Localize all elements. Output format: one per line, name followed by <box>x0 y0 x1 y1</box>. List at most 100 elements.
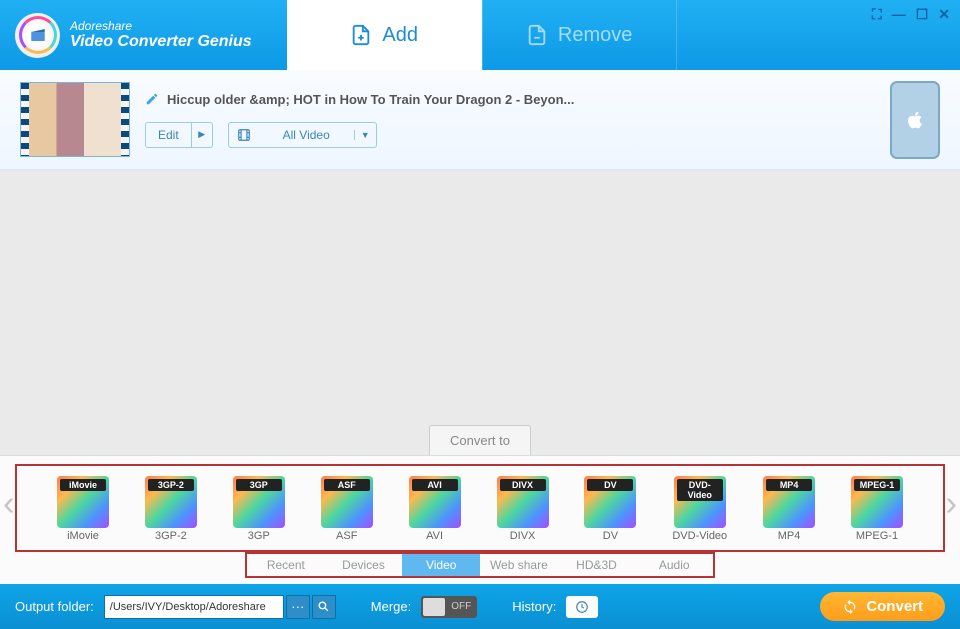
convert-to-section: Convert to <box>0 425 960 455</box>
file-plus-icon <box>350 24 372 46</box>
file-remove-icon <box>526 24 548 46</box>
category-hd3d[interactable]: HD&3D <box>558 554 636 576</box>
add-tab[interactable]: Add <box>287 0 482 70</box>
convert-to-tab: Convert to <box>429 425 531 455</box>
format-badge: MP4 <box>766 479 812 491</box>
header: Adoreshare Video Converter Genius Add Re… <box>0 0 960 70</box>
format-icon: AVI <box>409 476 461 528</box>
brand-top: Adoreshare <box>70 19 252 33</box>
format-3gp-2[interactable]: 3GP-2 3GP-2 <box>145 476 197 542</box>
convert-icon <box>842 599 858 615</box>
format-icon: 3GP <box>233 476 285 528</box>
category-webshare[interactable]: Web share <box>480 554 558 576</box>
brand-text: Adoreshare Video Converter Genius <box>70 19 252 51</box>
history-button[interactable] <box>566 596 598 618</box>
format-label: DVD-Video <box>672 530 727 542</box>
category-video[interactable]: Video <box>402 554 480 576</box>
browse-button[interactable]: ··· <box>286 595 310 619</box>
formats-list: iMovieiMovie3GP-23GP-23GP3GPASFASFAVIAVI… <box>22 476 938 542</box>
format-icon: MP4 <box>763 476 815 528</box>
format-mp4[interactable]: MP4 MP4 <box>763 476 815 542</box>
apple-icon <box>904 109 926 131</box>
format-label: DIVX <box>497 530 549 542</box>
merge-label: Merge: <box>371 599 411 614</box>
bottom-bar: Output folder: /Users/IVY/Desktop/Adores… <box>0 584 960 629</box>
file-title-row: Hiccup older &amp; HOT in How To Train Y… <box>145 92 875 107</box>
next-arrow[interactable]: › <box>945 484 957 524</box>
format-badge: DV <box>587 479 633 491</box>
formats-box: ‹ › iMovieiMovie3GP-23GP-23GP3GPASFASFAV… <box>15 464 945 552</box>
output-folder-label: Output folder: <box>15 599 94 614</box>
category-row: RecentDevicesVideoWeb shareHD&3DAudio <box>245 552 715 578</box>
toggle-knob <box>423 598 445 616</box>
close-button[interactable]: ✕ <box>938 6 950 23</box>
chevron-down-icon: ▼ <box>354 130 376 140</box>
history-label: History: <box>512 599 556 614</box>
format-divx[interactable]: DIVX DIVX <box>497 476 549 542</box>
file-info: Hiccup older &amp; HOT in How To Train Y… <box>145 92 875 148</box>
category-devices[interactable]: Devices <box>325 554 403 576</box>
play-icon[interactable]: ▶ <box>192 123 212 147</box>
format-label: AVI <box>409 530 461 542</box>
app-logo <box>15 13 60 58</box>
convert-label: Convert <box>866 598 923 615</box>
remove-label: Remove <box>558 24 632 47</box>
maximize-button[interactable]: ☐ <box>916 6 929 23</box>
edit-label: Edit <box>146 123 192 147</box>
feedback-button[interactable]: ⛶ <box>872 6 882 23</box>
add-label: Add <box>382 24 418 47</box>
dropdown-value: All Video <box>259 128 354 142</box>
format-icon: MPEG-1 <box>851 476 903 528</box>
window-buttons: ⛶ — ☐ ✕ <box>872 6 950 23</box>
device-preview[interactable] <box>890 81 940 159</box>
format-badge: iMovie <box>60 479 106 491</box>
format-icon: ASF <box>321 476 373 528</box>
video-track-dropdown[interactable]: All Video ▼ <box>228 122 377 148</box>
format-label: MP4 <box>763 530 815 542</box>
format-badge: DVD-Video <box>677 479 723 501</box>
format-mpeg-1[interactable]: MPEG-1 MPEG-1 <box>851 476 903 542</box>
video-thumbnail[interactable] <box>20 82 130 157</box>
category-recent[interactable]: Recent <box>247 554 325 576</box>
search-icon <box>317 600 330 613</box>
merge-toggle[interactable]: OFF <box>421 596 477 618</box>
format-label: MPEG-1 <box>851 530 903 542</box>
format-icon: 3GP-2 <box>145 476 197 528</box>
output-path-input[interactable]: /Users/IVY/Desktop/Adoreshare <box>104 595 284 619</box>
content-area: Hiccup older &amp; HOT in How To Train Y… <box>0 70 960 425</box>
logo-wrap: Adoreshare Video Converter Genius <box>0 13 252 58</box>
header-tabs: Add Remove <box>287 0 677 70</box>
format-icon: DV <box>584 476 636 528</box>
format-asf[interactable]: ASF ASF <box>321 476 373 542</box>
remove-tab[interactable]: Remove <box>482 0 677 70</box>
format-badge: 3GP <box>236 479 282 491</box>
pencil-icon[interactable] <box>145 92 159 106</box>
edit-button[interactable]: Edit ▶ <box>145 122 213 148</box>
format-label: 3GP <box>233 530 285 542</box>
format-label: DV <box>584 530 636 542</box>
toggle-state: OFF <box>451 601 471 612</box>
format-icon: DVD-Video <box>674 476 726 528</box>
format-icon: iMovie <box>57 476 109 528</box>
format-avi[interactable]: AVI AVI <box>409 476 461 542</box>
path-box: /Users/IVY/Desktop/Adoreshare ··· <box>104 595 336 619</box>
format-label: ASF <box>321 530 373 542</box>
format-dv[interactable]: DV DV <box>584 476 636 542</box>
minimize-button[interactable]: — <box>892 6 906 23</box>
format-icon: DIVX <box>497 476 549 528</box>
format-badge: DIVX <box>500 479 546 491</box>
category-audio[interactable]: Audio <box>635 554 713 576</box>
prev-arrow[interactable]: ‹ <box>3 484 15 524</box>
file-title: Hiccup older &amp; HOT in How To Train Y… <box>167 92 574 107</box>
format-label: 3GP-2 <box>145 530 197 542</box>
format-badge: MPEG-1 <box>854 479 900 491</box>
clapper-icon <box>29 26 47 44</box>
format-imovie[interactable]: iMovieiMovie <box>57 476 109 542</box>
convert-button[interactable]: Convert <box>820 592 945 621</box>
format-badge: ASF <box>324 479 370 491</box>
format-badge: AVI <box>412 479 458 491</box>
format-dvd-video[interactable]: DVD-Video DVD-Video <box>672 476 727 542</box>
file-row: Hiccup older &amp; HOT in How To Train Y… <box>0 70 960 170</box>
format-3gp[interactable]: 3GP 3GP <box>233 476 285 542</box>
open-folder-button[interactable] <box>312 595 336 619</box>
